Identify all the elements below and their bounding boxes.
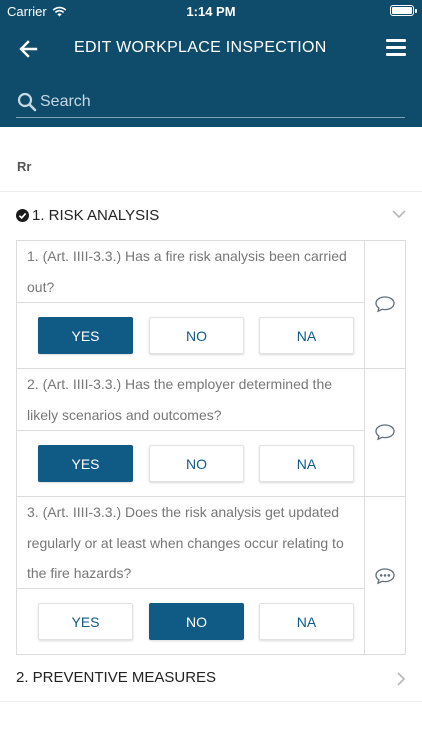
app-header: Carrier 1:14 PM EDIT WORKPLACE INSPECTIO… bbox=[0, 0, 422, 127]
question-block: 1. (Art. IIII-3.3.) Has a fire risk anal… bbox=[17, 241, 405, 369]
user-row: Rr bbox=[0, 127, 422, 192]
question-main: 3. (Art. IIII-3.3.) Does the risk analys… bbox=[17, 497, 365, 654]
question-text: 1. (Art. IIII-3.3.) Has a fire risk anal… bbox=[27, 248, 347, 295]
speech-bubble-icon bbox=[375, 296, 395, 313]
answer-no-button[interactable]: NO bbox=[149, 445, 244, 482]
question-text: 2. (Art. IIII-3.3.) Has the employer det… bbox=[27, 376, 333, 423]
battery-tip bbox=[415, 9, 417, 13]
question-main: 1. (Art. IIII-3.3.) Has a fire risk anal… bbox=[17, 241, 365, 368]
status-time: 1:14 PM bbox=[186, 4, 236, 19]
hamburger-menu-icon[interactable] bbox=[386, 39, 406, 57]
search-icon bbox=[17, 92, 37, 112]
speech-bubble-dots-icon bbox=[375, 568, 395, 585]
answer-row: YES NO NA bbox=[17, 588, 365, 654]
question-text: 3. (Art. IIII-3.3.) Does the risk analys… bbox=[27, 504, 344, 581]
answer-row: YES NO NA bbox=[17, 430, 365, 496]
answer-na-button[interactable]: NA bbox=[259, 317, 354, 354]
answer-no-button[interactable]: NO bbox=[149, 317, 244, 354]
check-circle-icon bbox=[16, 209, 29, 222]
menu-line bbox=[386, 39, 406, 42]
battery-fill bbox=[392, 7, 412, 14]
question-block: 2. (Art. IIII-3.3.) Has the employer det… bbox=[17, 369, 405, 497]
section-title: 2. PREVENTIVE MEASURES bbox=[16, 669, 217, 686]
answer-na-button[interactable]: NA bbox=[259, 603, 354, 640]
search-bar[interactable] bbox=[16, 88, 405, 118]
comment-button[interactable] bbox=[365, 241, 405, 368]
comment-button[interactable] bbox=[365, 369, 405, 496]
back-button[interactable] bbox=[16, 36, 42, 62]
arrow-left-icon bbox=[19, 40, 38, 58]
chevron-down-icon bbox=[392, 210, 406, 219]
section-title: 1. RISK ANALYSIS bbox=[32, 207, 160, 224]
answer-yes-button[interactable]: YES bbox=[38, 317, 133, 354]
speech-bubble-icon bbox=[375, 424, 395, 441]
chevron-right-icon bbox=[397, 672, 406, 686]
nav-bar: EDIT WORKPLACE INSPECTION bbox=[0, 30, 422, 68]
answer-yes-button[interactable]: YES bbox=[38, 445, 133, 482]
user-name: Rr bbox=[17, 159, 32, 174]
answer-na-button[interactable]: NA bbox=[259, 445, 354, 482]
comment-button[interactable] bbox=[365, 497, 405, 654]
search-input[interactable] bbox=[40, 88, 400, 116]
section-title-wrap: 2. PREVENTIVE MEASURES bbox=[16, 669, 216, 686]
menu-line bbox=[386, 46, 406, 49]
answer-yes-button[interactable]: YES bbox=[38, 603, 133, 640]
question-block: 3. (Art. IIII-3.3.) Does the risk analys… bbox=[17, 497, 405, 654]
page-title: EDIT WORKPLACE INSPECTION bbox=[74, 39, 327, 56]
menu-line bbox=[386, 53, 406, 56]
answer-row: YES NO NA bbox=[17, 302, 365, 368]
status-bar: Carrier 1:14 PM bbox=[0, 0, 422, 22]
section-title-wrap: 1. RISK ANALYSIS bbox=[16, 207, 159, 224]
answer-no-button[interactable]: NO bbox=[149, 603, 244, 640]
question-main: 2. (Art. IIII-3.3.) Has the employer det… bbox=[17, 369, 365, 496]
section-header-preventive-measures[interactable]: 2. PREVENTIVE MEASURES bbox=[0, 654, 422, 702]
section-header-risk-analysis[interactable]: 1. RISK ANALYSIS bbox=[0, 192, 422, 240]
battery-icon bbox=[390, 5, 417, 16]
question-table: 1. (Art. IIII-3.3.) Has a fire risk anal… bbox=[16, 240, 406, 655]
